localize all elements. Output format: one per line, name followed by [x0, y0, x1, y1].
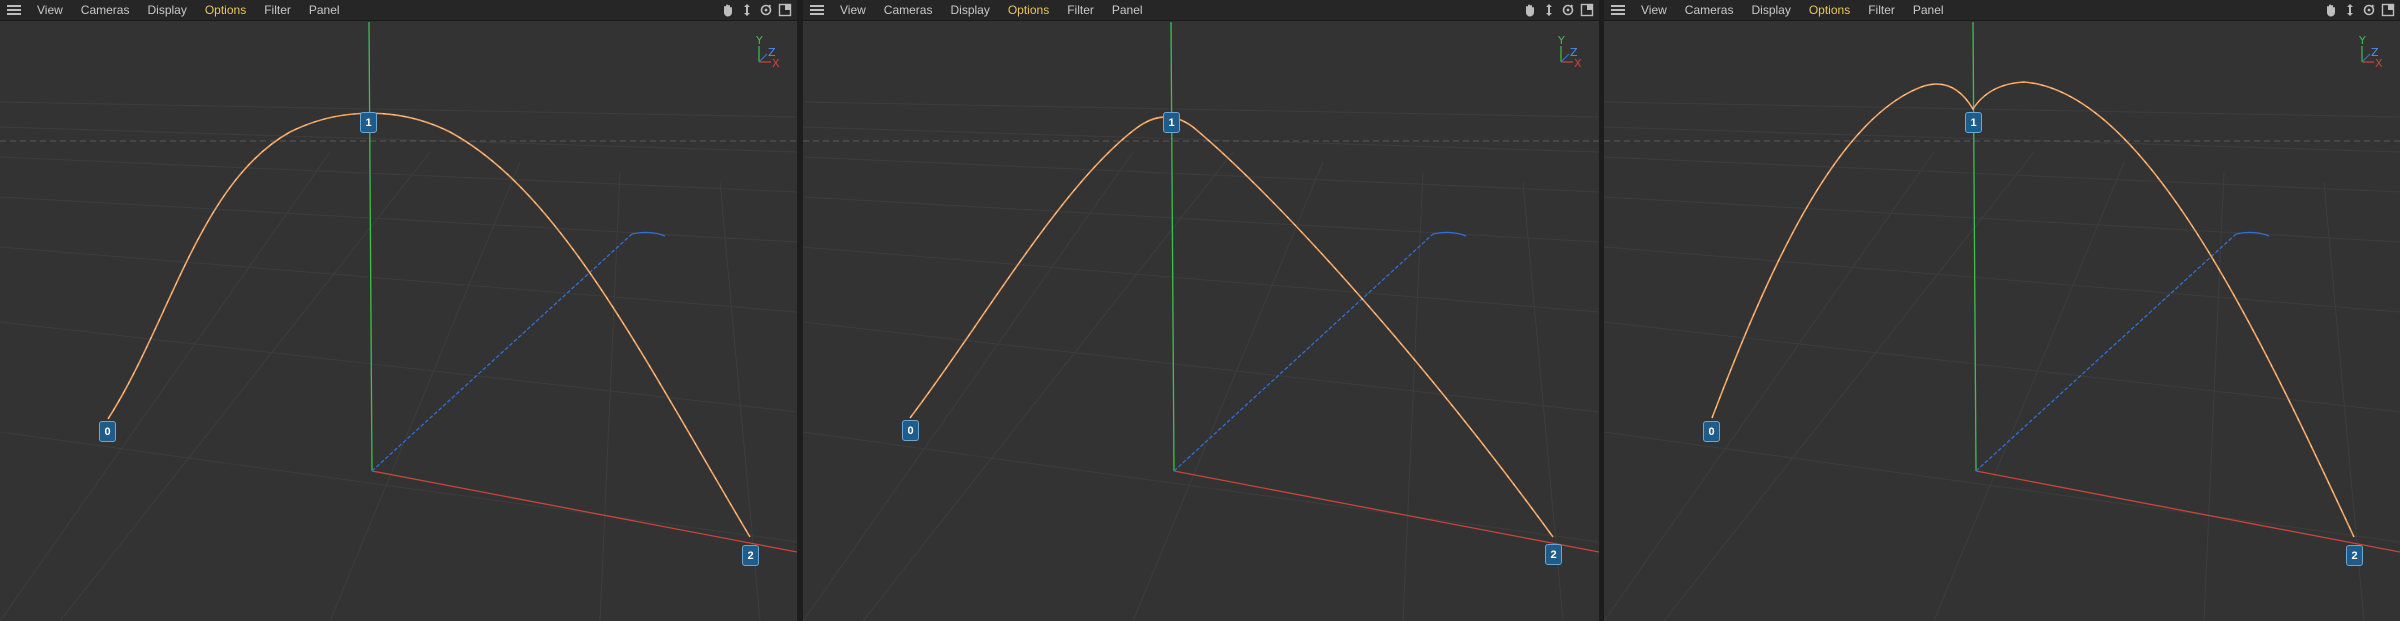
axis-x-line [371, 470, 797, 553]
pan-hand-icon[interactable] [1522, 2, 1538, 18]
menu-filter[interactable]: Filter [1058, 0, 1103, 21]
hamburger-menu-icon[interactable] [0, 0, 28, 21]
viewport-menubar: View Cameras Display Options Filter Pane… [1604, 0, 2400, 21]
viewport-3d-scene[interactable]: Y Z X [803, 22, 1599, 621]
menu-panel[interactable]: Panel [300, 0, 349, 21]
menu-panel[interactable]: Panel [1103, 0, 1152, 21]
pan-hand-icon[interactable] [2323, 2, 2339, 18]
grid-lines [803, 101, 1599, 621]
maximize-view-icon[interactable] [1579, 2, 1595, 18]
menu-display[interactable]: Display [138, 0, 195, 21]
gizmo-x-label: X [1574, 57, 1582, 70]
axis-y-line [1170, 22, 1175, 472]
menu-options[interactable]: Options [999, 0, 1058, 21]
axis-x-line [1975, 470, 2400, 553]
gizmo-y-label: Y [1557, 34, 1565, 47]
spline-curve [1711, 81, 2355, 538]
menu-cameras[interactable]: Cameras [875, 0, 942, 21]
menu-cameras[interactable]: Cameras [1676, 0, 1743, 21]
spline-curve-highlight [1711, 81, 2355, 538]
spline-point-2[interactable]: 2 [2346, 545, 2363, 566]
spline-point-1[interactable]: 1 [1163, 112, 1180, 133]
viewport-menubar: View Cameras Display Options Filter Pane… [0, 0, 797, 21]
menu-view[interactable]: View [831, 0, 875, 21]
maximize-view-icon[interactable] [777, 2, 793, 18]
viewport-nav-icons [720, 2, 797, 18]
gizmo-x-label: X [772, 57, 780, 70]
hamburger-menu-icon[interactable] [803, 0, 831, 21]
axis-y-line [368, 22, 373, 472]
viewport-middle[interactable]: View Cameras Display Options Filter Pane… [803, 0, 1599, 621]
spline-curve-highlight [107, 112, 751, 538]
menu-filter[interactable]: Filter [1859, 0, 1904, 21]
menu-view[interactable]: View [28, 0, 72, 21]
grid-lines [0, 101, 797, 621]
spline-point-0[interactable]: 0 [902, 420, 919, 441]
maximize-view-icon[interactable] [2380, 2, 2396, 18]
menu-options[interactable]: Options [196, 0, 255, 21]
dolly-arrows-icon[interactable] [2342, 2, 2358, 18]
menu-display[interactable]: Display [941, 0, 998, 21]
axis-gizmo: Y Z X [2358, 34, 2383, 70]
axis-y-line [1972, 22, 1977, 472]
spline-point-2[interactable]: 2 [742, 545, 759, 566]
viewport-right[interactable]: View Cameras Display Options Filter Pane… [1604, 0, 2400, 621]
menu-options[interactable]: Options [1800, 0, 1859, 21]
axis-z-tip [631, 231, 666, 237]
spline-point-2[interactable]: 2 [1545, 544, 1562, 565]
viewport-menubar: View Cameras Display Options Filter Pane… [803, 0, 1599, 21]
viewport-nav-icons [1522, 2, 1599, 18]
spline-point-1[interactable]: 1 [360, 112, 377, 133]
spline-point-0[interactable]: 0 [1703, 421, 1720, 442]
menu-display[interactable]: Display [1742, 0, 1799, 21]
spline-point-1[interactable]: 1 [1965, 112, 1982, 133]
dolly-arrows-icon[interactable] [1541, 2, 1557, 18]
viewport-3d-scene[interactable]: Y Z X [1604, 22, 2400, 621]
axis-z-tip [2235, 231, 2270, 237]
dolly-arrows-icon[interactable] [739, 2, 755, 18]
spline-curve-highlight [909, 116, 1554, 538]
menu-view[interactable]: View [1632, 0, 1676, 21]
menu-filter[interactable]: Filter [255, 0, 300, 21]
axis-gizmo: Y Z X [755, 34, 780, 70]
grid-lines [1604, 101, 2400, 621]
gizmo-y-label: Y [2358, 34, 2366, 47]
axis-gizmo: Y Z X [1557, 34, 1582, 70]
axis-z-tip [1432, 231, 1467, 237]
spline-point-0[interactable]: 0 [99, 421, 116, 442]
viewport-left[interactable]: View Cameras Display Options Filter Pane… [0, 0, 797, 621]
axis-z-line [371, 233, 633, 472]
orbit-rotate-icon[interactable] [1560, 2, 1576, 18]
pan-hand-icon[interactable] [720, 2, 736, 18]
gizmo-x-label: X [2375, 57, 2383, 70]
orbit-rotate-icon[interactable] [2361, 2, 2377, 18]
viewport-3d-scene[interactable]: Y Z X [0, 22, 797, 621]
spline-curve [107, 112, 751, 538]
viewport-panels: View Cameras Display Options Filter Pane… [0, 0, 2400, 621]
menu-panel[interactable]: Panel [1904, 0, 1953, 21]
axis-z-line [1975, 233, 2237, 472]
gizmo-y-label: Y [755, 34, 763, 47]
menu-cameras[interactable]: Cameras [72, 0, 139, 21]
orbit-rotate-icon[interactable] [758, 2, 774, 18]
axis-z-line [1173, 233, 1434, 472]
spline-curve [909, 116, 1554, 538]
viewport-nav-icons [2323, 2, 2400, 18]
hamburger-menu-icon[interactable] [1604, 0, 1632, 21]
